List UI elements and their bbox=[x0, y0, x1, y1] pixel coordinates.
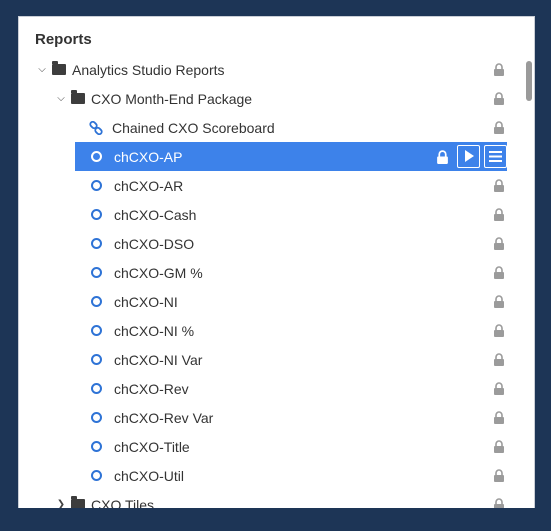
report-item[interactable]: chCXO-DSO bbox=[19, 229, 507, 258]
report-tree: ⌵ Analytics Studio Reports ⌵ CXO Month-E… bbox=[19, 55, 507, 519]
lock-icon bbox=[493, 266, 505, 279]
reports-panel: Reports ⌵ Analytics Studio Reports ⌵ CXO… bbox=[18, 16, 535, 531]
lock-icon bbox=[493, 92, 505, 105]
row-actions bbox=[431, 144, 507, 169]
report-item-label: chCXO-Rev bbox=[114, 380, 189, 397]
report-item-label: chCXO-Util bbox=[114, 467, 185, 484]
report-item[interactable]: chCXO-AR bbox=[19, 171, 507, 200]
report-item[interactable]: chCXO-NI % bbox=[19, 316, 507, 345]
report-item[interactable]: chCXO-Cash bbox=[19, 200, 507, 229]
run-report-button[interactable] bbox=[457, 145, 480, 168]
report-item-label: chCXO-Rev Var bbox=[114, 409, 214, 426]
lock-icon bbox=[493, 411, 505, 424]
report-item[interactable]: chCXO-AP bbox=[75, 142, 507, 171]
report-item-label: chCXO-DSO bbox=[114, 235, 195, 252]
report-item-label: chCXO-NI Var bbox=[114, 351, 203, 368]
lock-icon bbox=[493, 208, 505, 221]
lock-icon bbox=[493, 295, 505, 308]
report-item[interactable]: chCXO-NI Var bbox=[19, 345, 507, 374]
report-item-label: chCXO-NI % bbox=[114, 322, 195, 339]
lock-icon bbox=[493, 324, 505, 337]
report-item-label: chCXO-AP bbox=[114, 148, 183, 165]
report-item-label: chCXO-GM % bbox=[114, 264, 203, 281]
chain-link-icon bbox=[89, 120, 103, 135]
scrollbar-thumb[interactable] bbox=[526, 61, 532, 101]
report-item[interactable]: chCXO-Title bbox=[19, 432, 507, 461]
lock-icon bbox=[493, 179, 505, 192]
report-dot-icon bbox=[91, 267, 102, 278]
report-dot-icon bbox=[91, 151, 102, 162]
tree-node-label: Analytics Studio Reports bbox=[72, 61, 225, 78]
chevron-down-icon[interactable]: ⌵ bbox=[55, 93, 67, 104]
tree-node-chained-cxo-scoreboard[interactable]: Chained CXO Scoreboard bbox=[19, 113, 507, 142]
report-dot-icon bbox=[91, 441, 102, 452]
folder-icon bbox=[71, 90, 85, 104]
report-item-label: chCXO-Cash bbox=[114, 206, 197, 223]
report-item[interactable]: chCXO-Rev Var bbox=[19, 403, 507, 432]
lock-icon bbox=[493, 469, 505, 482]
panel-title: Reports bbox=[35, 31, 92, 48]
tree-node-analytics-studio-reports[interactable]: ⌵ Analytics Studio Reports bbox=[19, 55, 507, 84]
report-dot-icon bbox=[91, 209, 102, 220]
report-dot-icon bbox=[91, 238, 102, 249]
lock-icon[interactable] bbox=[431, 144, 453, 169]
tree-node-cxo-month-end-package[interactable]: ⌵ CXO Month-End Package bbox=[19, 84, 507, 113]
report-item[interactable]: chCXO-Rev bbox=[19, 374, 507, 403]
report-item[interactable]: chCXO-Util bbox=[19, 461, 507, 490]
tree-node-label: CXO Month-End Package bbox=[91, 90, 253, 107]
report-item-label: chCXO-NI bbox=[114, 293, 178, 310]
report-dot-icon bbox=[91, 180, 102, 191]
lock-icon bbox=[493, 382, 505, 395]
chevron-down-icon[interactable]: ⌵ bbox=[36, 64, 48, 75]
folder-icon bbox=[52, 61, 66, 75]
lock-icon bbox=[493, 353, 505, 366]
report-dot-icon bbox=[91, 412, 102, 423]
report-item[interactable]: chCXO-GM % bbox=[19, 258, 507, 287]
report-dot-icon bbox=[91, 354, 102, 365]
lock-icon bbox=[493, 63, 505, 76]
lock-icon bbox=[493, 121, 505, 134]
report-item[interactable]: chCXO-NI bbox=[19, 287, 507, 316]
lock-icon bbox=[493, 440, 505, 453]
lock-icon bbox=[493, 237, 505, 250]
report-dot-icon bbox=[91, 383, 102, 394]
tree-node-label: Chained CXO Scoreboard bbox=[112, 119, 275, 136]
frame-bottom bbox=[0, 508, 551, 531]
report-menu-button[interactable] bbox=[484, 145, 507, 168]
report-dot-icon bbox=[91, 470, 102, 481]
report-dot-icon bbox=[91, 296, 102, 307]
play-icon bbox=[464, 149, 474, 165]
report-item-label: chCXO-Title bbox=[114, 438, 190, 455]
report-dot-icon bbox=[91, 325, 102, 336]
report-item-label: chCXO-AR bbox=[114, 177, 184, 194]
hamburger-menu-icon bbox=[489, 149, 502, 165]
